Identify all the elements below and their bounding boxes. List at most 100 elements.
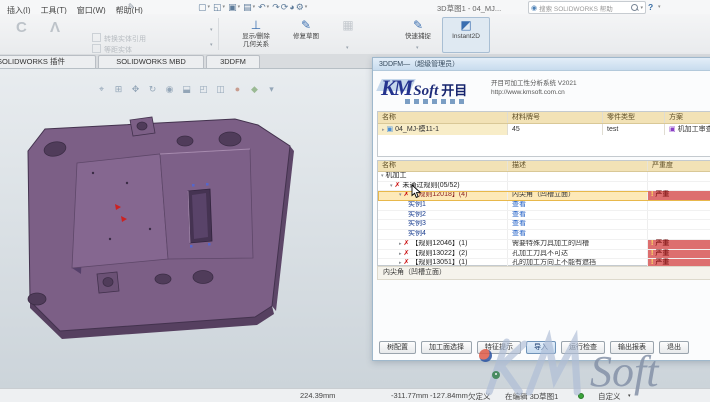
view-link[interactable]: 查看 — [512, 211, 526, 218]
severity-exclaim-icon: ! — [651, 239, 654, 247]
help-button[interactable]: ? — [648, 2, 653, 12]
tree-expander-icon[interactable]: ▾ — [381, 173, 384, 179]
3d-model[interactable] — [15, 111, 345, 351]
col-name: 名称 — [378, 112, 508, 123]
col-material: 材料牌号 — [508, 112, 603, 123]
grayed-tool-button-caret[interactable]: ▾ — [346, 45, 349, 51]
edit-appearance-icon[interactable]: ● — [231, 83, 244, 96]
sketch-tool-icon[interactable]: C — [16, 19, 27, 36]
rule-row[interactable]: ▸ ✗ 【规则13022】(2) 孔加工刀具不可达! 严重 — [378, 249, 710, 260]
options-icon[interactable]: ⚙ — [296, 0, 304, 14]
undo-icon-caret[interactable]: ▾ — [267, 4, 270, 10]
part-material: 45 — [508, 124, 603, 135]
export-report-button[interactable]: 输出报表 — [610, 341, 654, 354]
open-icon-caret[interactable]: ▾ — [223, 4, 226, 10]
print-icon-caret[interactable]: ▾ — [253, 4, 256, 10]
rule-row[interactable]: ▾ ✗ 未通过规则(05/52) — [378, 181, 710, 192]
trim-entities-icon[interactable]: Ʌ — [50, 19, 60, 36]
menu-pin-icon[interactable]: ✎ — [128, 2, 135, 11]
grayed-tool-button[interactable]: ▦ ▾ — [330, 17, 366, 53]
exit-button[interactable]: 退出 — [659, 341, 689, 354]
severity-label: 严重 — [655, 191, 670, 199]
part-plan[interactable]: 机加工审查 — [678, 126, 710, 133]
rules-rows: ▾ 机加工 ▾ ✗ 未通过规则(05/52) ▾ ✗ 【规则12018】(4) 内尖角（凹槽立面… — [378, 172, 710, 279]
view-link[interactable]: 查看 — [512, 201, 526, 208]
rule-instance-row[interactable]: 实例4 查看 — [378, 230, 710, 240]
run-check-button[interactable]: 运行检查 — [561, 341, 605, 354]
save-icon[interactable]: ▣ — [228, 0, 237, 14]
gray-tool-icon — [92, 44, 101, 53]
tab-solidworks-mbd[interactable]: SOLIDWORKS MBD — [98, 55, 204, 69]
tree-expander-icon[interactable]: ▸ — [399, 241, 402, 247]
logo-cn: 开目 — [441, 83, 468, 98]
custom-mode-caret-icon[interactable]: ▾ — [628, 393, 631, 399]
quick-snaps-button[interactable]: ✎ 快速捕捉 ▾ — [396, 17, 440, 53]
ribbon-button-label: 修复草图 — [293, 33, 319, 40]
gray-tool-label: 等距实体 — [104, 47, 132, 54]
search-box[interactable]: ◉ 搜索 SOLIDWORKS 帮助 ▾ — [528, 1, 646, 14]
tree-expander-icon[interactable]: ▸ — [399, 251, 402, 257]
appearance-icon[interactable]: ◕ — [289, 0, 294, 14]
view-link[interactable]: 查看 — [512, 230, 526, 237]
tab-3ddfm[interactable]: 3DDFM — [206, 55, 260, 69]
dialog-title[interactable]: 3DDFM—（超级管理员） — [373, 58, 710, 71]
show-delete-relations-button[interactable]: ⊥ 显示/删除 几何关系 — [230, 17, 282, 53]
open-icon[interactable]: ◱ — [213, 0, 222, 14]
document-title: 3D草图1 - 04_MJ... — [437, 4, 502, 13]
pan-icon[interactable]: ✥ — [129, 83, 142, 96]
rule-instance-row[interactable]: 实例1 查看 — [378, 201, 710, 211]
undo-icon[interactable]: ↶ — [258, 0, 266, 14]
tree-expander-icon[interactable]: ▾ — [399, 192, 402, 198]
detail-text: 内尖角（凹槽立面） — [377, 266, 710, 280]
help-caret-icon[interactable]: ▾ — [658, 4, 661, 10]
overflow-caret-icon[interactable]: ▾ — [210, 27, 213, 33]
rule-name: 实例1 — [408, 201, 426, 209]
print-icon[interactable]: ▤ — [243, 0, 252, 14]
redo-icon[interactable]: ↷ — [272, 0, 280, 14]
severity-exclaim-icon: ! — [651, 249, 654, 257]
instant2d-button[interactable]: ◩ Instant2D — [442, 17, 490, 53]
zoom-area-icon[interactable]: ⊞ — [112, 83, 125, 96]
repair-sketch-button[interactable]: ✎ 修复草图 — [284, 17, 328, 53]
tab-solidworks-addins[interactable]: SOLIDWORKS 插件 — [0, 55, 96, 69]
search-icon[interactable] — [631, 4, 639, 11]
rule-instance-row[interactable]: 实例2 查看 — [378, 210, 710, 221]
part-row[interactable]: ▸ ▣ 04_MJ-模11-1 45 test ▣ 机加工审查 — [378, 124, 710, 135]
rebuild-icon[interactable]: ⟳ — [281, 0, 289, 14]
rotate-view-icon[interactable]: ↻ — [146, 83, 159, 96]
overflow-caret-icon[interactable]: ▾ — [210, 42, 213, 48]
coord-z: -127.84mm — [430, 391, 468, 400]
quick-snaps-button-caret[interactable]: ▾ — [416, 45, 419, 51]
rule-instance-row[interactable]: 实例3 查看 — [378, 220, 710, 231]
fail-icon: ✗ — [403, 249, 410, 257]
zoom-fit-icon[interactable]: ⌖ — [95, 83, 108, 96]
new-icon-caret[interactable]: ▾ — [208, 4, 211, 10]
new-icon[interactable]: ▢ — [198, 0, 207, 14]
machining-face-button[interactable]: 加工面选择 — [421, 341, 472, 354]
import-button[interactable]: 导入 — [526, 341, 556, 354]
repair-sketch-button-icon: ✎ — [300, 18, 312, 32]
custom-mode-dropdown[interactable]: 自定义 — [598, 391, 621, 402]
brand-url: http://www.kmsoft.com.cn — [491, 89, 565, 96]
view-link[interactable]: 查看 — [512, 220, 526, 227]
help-sphere-icon: ◉ — [531, 4, 538, 12]
tree-expander-icon[interactable]: ▾ — [390, 183, 393, 189]
options-icon-caret[interactable]: ▾ — [305, 4, 308, 10]
search-input[interactable]: 搜索 SOLIDWORKS 帮助 — [539, 3, 629, 13]
previous-view-icon[interactable]: ◉ — [163, 83, 176, 96]
save-icon-caret[interactable]: ▾ — [238, 4, 241, 10]
view-orientation-icon[interactable]: ◰ — [197, 83, 210, 96]
rule-row[interactable]: ▾ ✗ 【规则12018】(4) 内尖角（凹槽立面）! 严重 — [378, 191, 710, 202]
display-style-icon[interactable]: ◫ — [214, 83, 227, 96]
tree-expander-icon[interactable]: ▸ — [382, 127, 385, 133]
rule-row[interactable]: ▸ ✗ 【规则12046】(1) 需要特殊刀具加工的凹槽! 严重 — [378, 239, 710, 250]
scene-icon[interactable]: ◆ — [248, 83, 261, 96]
rule-row[interactable]: ▾ 机加工 — [378, 172, 710, 182]
search-caret-icon[interactable]: ▾ — [640, 5, 643, 11]
view-settings-caret-icon[interactable]: ▾ — [265, 83, 278, 96]
heads-up-view-toolbar: ⌖ ⊞ ✥ ↻ ◉ ⬓ ◰ ◫ ● ◆ ▾ — [95, 83, 278, 96]
parts-table: 名称 材料牌号 零件类型 方案 ▸ ▣ 04_MJ-模11-1 45 test ▣ 机… — [377, 111, 710, 157]
tree-config-button[interactable]: 树配置 — [379, 341, 416, 354]
section-view-icon[interactable]: ⬓ — [180, 83, 193, 96]
fail-icon: ✗ — [403, 191, 410, 199]
